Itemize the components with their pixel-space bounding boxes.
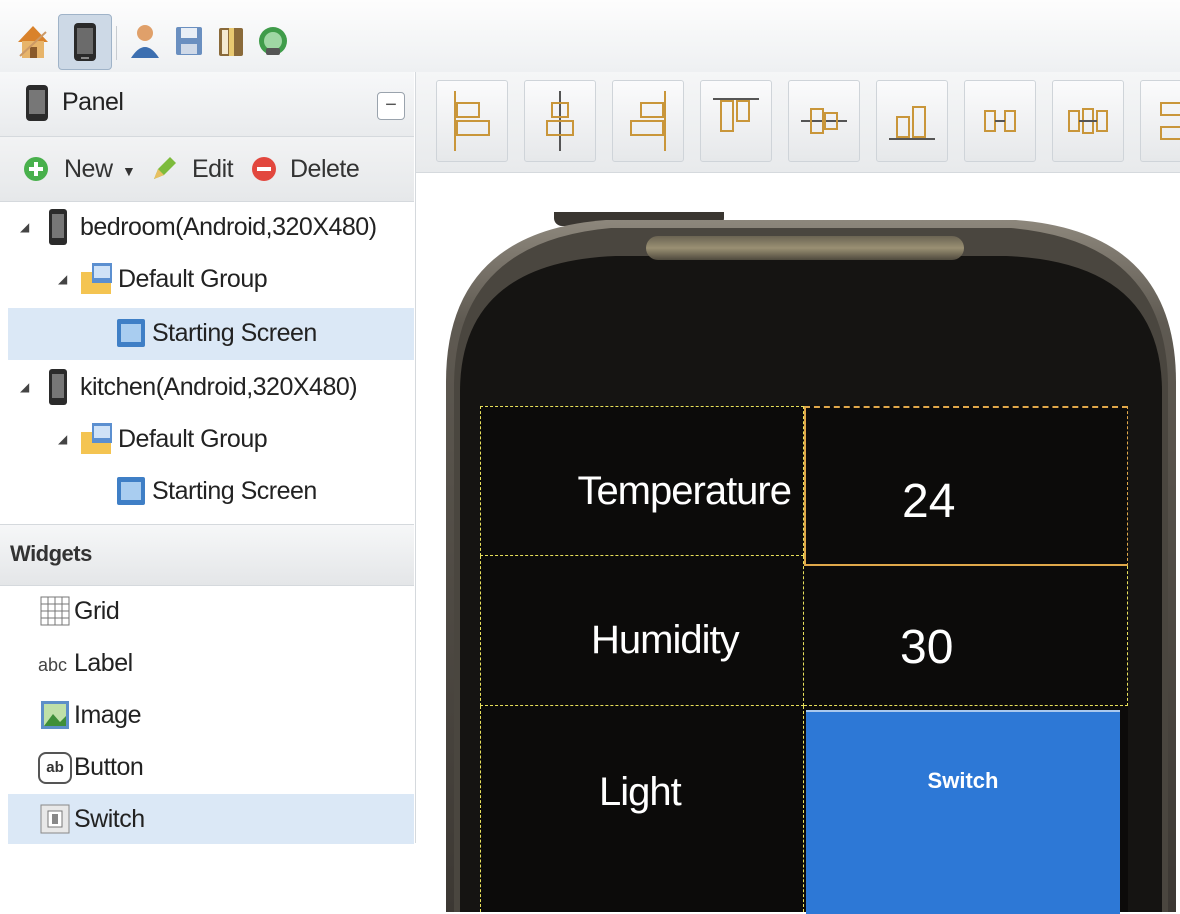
grid-cell-humidity-value[interactable]: 30 — [804, 566, 1128, 706]
home-design-icon[interactable] — [16, 22, 50, 60]
alignment-toolbar — [416, 72, 1180, 173]
tree-label: Starting Screen — [152, 477, 317, 505]
edit-button[interactable]: Edit — [150, 153, 234, 188]
switch-button[interactable]: Switch — [806, 710, 1120, 914]
archive-icon[interactable] — [214, 22, 248, 60]
add-icon — [24, 157, 48, 181]
distribute-horizontal-icon[interactable] — [964, 80, 1036, 162]
align-top-icon[interactable] — [700, 80, 772, 162]
align-left-icon[interactable] — [436, 80, 508, 162]
widget-label: Image — [74, 701, 141, 729]
new-label: New — [64, 155, 113, 183]
widgets-header: Widgets — [0, 524, 414, 586]
align-center-horizontal-icon[interactable] — [524, 80, 596, 162]
expand-arrow-icon[interactable]: ◢ — [58, 272, 67, 286]
humidity-label: Humidity — [591, 618, 740, 662]
widget-item-button[interactable]: ab Button — [8, 742, 414, 792]
tree-label: Starting Screen — [152, 319, 317, 347]
tree-item-bedroom-screen[interactable]: Starting Screen — [8, 308, 414, 360]
grid-cell-temperature-value[interactable]: 24 — [804, 406, 1128, 566]
label-icon: abc — [38, 655, 68, 675]
expand-arrow-icon[interactable]: ◢ — [20, 380, 29, 394]
folder-icon — [81, 263, 112, 294]
widget-label: Button — [74, 753, 144, 781]
widget-item-switch[interactable]: Switch — [8, 794, 414, 844]
expand-arrow-icon[interactable]: ◢ — [20, 220, 29, 234]
phone-panel-icon[interactable] — [58, 14, 112, 70]
distribute-center-icon[interactable] — [1052, 80, 1124, 162]
folder-icon — [81, 423, 112, 454]
phone-icon — [24, 84, 50, 127]
temperature-value: 24 — [902, 475, 956, 528]
distribute-vertical-icon[interactable] — [1140, 80, 1180, 162]
grid-cell-light-label[interactable]: Light — [480, 706, 804, 912]
switch-label: Switch — [927, 768, 999, 793]
expand-arrow-icon[interactable]: ◢ — [58, 432, 67, 446]
globe-icon[interactable] — [256, 22, 290, 60]
humidity-value: 30 — [900, 621, 954, 674]
phone-icon — [49, 369, 67, 405]
phone-preview: Temperature 24 Humidity 30 Light Switch — [446, 212, 1176, 914]
widget-item-image[interactable]: Image — [8, 690, 414, 740]
phone-icon — [49, 209, 67, 245]
panel-actions: New ▼ Edit Delete — [0, 137, 414, 202]
grid-cell-temperature-label[interactable]: Temperature — [480, 406, 804, 556]
tree-item-bedroom[interactable]: ◢ bedroom(Android,320X480) — [8, 202, 414, 254]
widget-item-grid[interactable]: Grid — [8, 586, 414, 636]
new-button[interactable]: New ▼ — [22, 155, 136, 188]
button-icon: ab — [38, 752, 72, 784]
toolbar-divider — [116, 26, 117, 60]
dropdown-arrow-icon: ▼ — [122, 163, 136, 179]
tree-item-kitchen-group[interactable]: ◢ Default Group — [8, 414, 414, 466]
grid-icon — [40, 596, 70, 626]
tree-label: bedroom(Android,320X480) — [80, 213, 377, 241]
delete-icon — [252, 157, 276, 181]
tree-label: Default Group — [118, 425, 268, 453]
user-icon[interactable] — [128, 22, 162, 60]
widget-label: Grid — [74, 597, 120, 625]
main-toolbar — [0, 0, 1180, 73]
tree-item-kitchen-screen[interactable]: Starting Screen — [8, 466, 414, 518]
tree-label: kitchen(Android,320X480) — [80, 373, 358, 401]
screen-icon — [117, 477, 145, 505]
panel-header: Panel − — [0, 72, 414, 137]
panel-title: Panel — [62, 88, 124, 116]
image-icon — [41, 701, 69, 729]
tree-label: Default Group — [118, 265, 268, 293]
temperature-label: Temperature — [577, 469, 792, 513]
screen-icon — [117, 319, 145, 347]
save-icon[interactable] — [172, 22, 206, 60]
tree-item-kitchen[interactable]: ◢ kitchen(Android,320X480) — [8, 362, 414, 414]
widget-item-label[interactable]: abc Label — [8, 638, 414, 688]
design-canvas: Temperature 24 Humidity 30 Light Switch — [416, 72, 1180, 914]
align-right-icon[interactable] — [612, 80, 684, 162]
delete-label: Delete — [290, 155, 360, 183]
edit-label: Edit — [192, 155, 234, 183]
grid-cell-humidity-label[interactable]: Humidity — [480, 556, 804, 706]
switch-icon — [40, 804, 70, 834]
collapse-button[interactable]: − — [377, 92, 405, 120]
delete-button[interactable]: Delete — [250, 155, 360, 188]
align-middle-icon[interactable] — [788, 80, 860, 162]
light-label: Light — [599, 770, 682, 814]
widget-label: Label — [74, 649, 133, 677]
tree-item-bedroom-group[interactable]: ◢ Default Group — [8, 254, 414, 306]
edit-icon — [154, 157, 176, 179]
left-panel: Panel − New ▼ Edit Delete ◢ bedroom(Andr… — [0, 72, 416, 844]
align-bottom-icon[interactable] — [876, 80, 948, 162]
phone-screen: Temperature 24 Humidity 30 Light Switch — [480, 406, 1128, 914]
widgets-title: Widgets — [10, 541, 92, 566]
widget-label: Switch — [74, 805, 145, 833]
